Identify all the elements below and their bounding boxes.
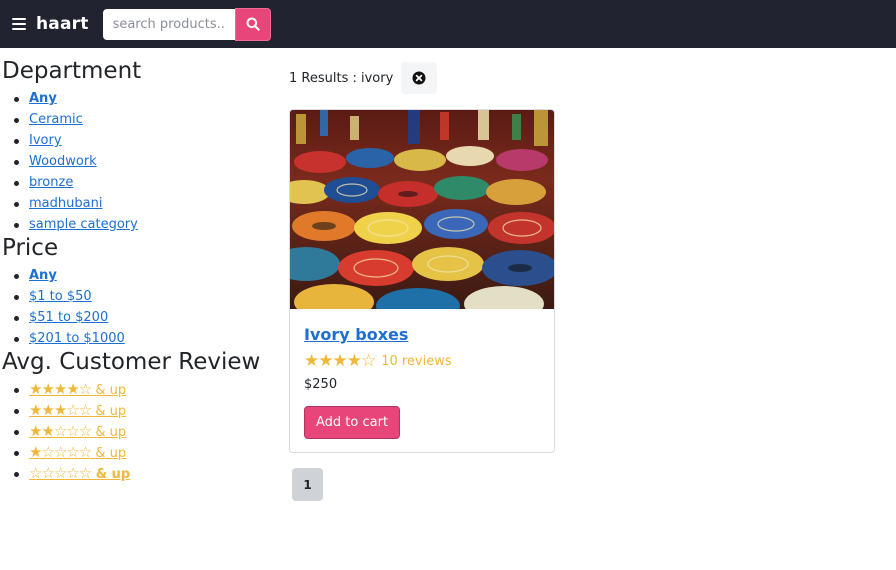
review-item-2: ★★☆☆☆ & up: [14, 421, 272, 442]
review-link-3-up[interactable]: ★★★☆☆ & up: [29, 401, 127, 419]
product-card-body: Ivory boxes ★★★★☆ 10 reviews $250 Add to…: [290, 325, 554, 439]
department-item-woodwork: Woodwork: [14, 151, 272, 172]
review-link-label: & up: [91, 446, 127, 461]
hamburger-menu-icon[interactable]: [12, 18, 26, 30]
department-link-sample-category[interactable]: sample category: [29, 217, 138, 232]
price-link-any[interactable]: Any: [29, 268, 57, 283]
review-item-0: ☆☆☆☆☆ & up: [14, 463, 272, 484]
review-link-0-up[interactable]: ☆☆☆☆☆ & up: [29, 464, 131, 482]
star-rating-icon: ★★★★☆: [29, 380, 92, 398]
pagination-page-1[interactable]: 1: [292, 468, 323, 501]
star-rating-icon: ★★★★☆: [304, 351, 376, 371]
price-item-1-50: $1 to $50: [14, 286, 272, 307]
results-count-text: 1 Results : ivory: [289, 70, 394, 86]
star-rating-icon: ★★★☆☆: [29, 401, 92, 419]
department-item-any: Any: [14, 88, 272, 109]
star-rating-icon: ★★☆☆☆: [29, 422, 92, 440]
review-link-label: & up: [91, 467, 131, 482]
department-link-bronze[interactable]: bronze: [29, 175, 73, 190]
price-link-1-50[interactable]: $1 to $50: [29, 289, 92, 304]
review-count: 10 reviews: [381, 353, 452, 369]
search-button[interactable]: [234, 7, 271, 41]
review-item-1: ★☆☆☆☆ & up: [14, 442, 272, 463]
top-navbar: haart: [0, 0, 896, 48]
product-card: Ivory boxes ★★★★☆ 10 reviews $250 Add to…: [289, 109, 555, 453]
department-item-sample-category: sample category: [14, 214, 272, 235]
results-summary: 1 Results : ivory: [289, 62, 438, 94]
price-link-201-1000[interactable]: $201 to $1000: [29, 331, 125, 346]
department-link-ceramic[interactable]: Ceramic: [29, 112, 83, 127]
department-link-woodwork[interactable]: Woodwork: [29, 154, 97, 169]
product-image[interactable]: [290, 110, 554, 309]
department-item-madhubani: madhubani: [14, 193, 272, 214]
price-list: Any $1 to $50 $51 to $200 $201 to $1000: [2, 265, 272, 349]
add-to-cart-button[interactable]: Add to cart: [304, 406, 401, 439]
department-item-ivory: Ivory: [14, 130, 272, 151]
review-heading: Avg. Customer Review: [2, 349, 261, 375]
product-title-link[interactable]: Ivory boxes: [304, 325, 540, 344]
review-link-2-up[interactable]: ★★☆☆☆ & up: [29, 422, 127, 440]
price-heading: Price: [2, 235, 59, 261]
review-link-label: & up: [91, 404, 127, 419]
search-input[interactable]: [102, 8, 235, 40]
search-form: [102, 7, 271, 41]
review-item-3: ★★★☆☆ & up: [14, 400, 272, 421]
star-rating-icon: ☆☆☆☆☆: [29, 464, 92, 482]
department-item-bronze: bronze: [14, 172, 272, 193]
close-circle-icon: [412, 71, 426, 85]
department-link-ivory[interactable]: Ivory: [29, 133, 62, 148]
department-list: Any Ceramic Ivory Woodwork bronze madhub…: [2, 88, 272, 235]
filter-sidebar: Department Any Ceramic Ivory Woodwork br…: [2, 58, 272, 484]
price-link-51-200[interactable]: $51 to $200: [29, 310, 108, 325]
product-rating: ★★★★☆ 10 reviews: [304, 351, 540, 371]
price-item-201-1000: $201 to $1000: [14, 328, 272, 349]
review-link-4-up[interactable]: ★★★★☆ & up: [29, 380, 127, 398]
review-link-label: & up: [91, 425, 127, 440]
review-link-1-up[interactable]: ★☆☆☆☆ & up: [29, 443, 127, 461]
review-item-4: ★★★★☆ & up: [14, 379, 272, 400]
department-link-any[interactable]: Any: [29, 91, 57, 106]
star-rating-icon: ★☆☆☆☆: [29, 443, 92, 461]
department-link-madhubani[interactable]: madhubani: [29, 196, 102, 211]
department-item-ceramic: Ceramic: [14, 109, 272, 130]
search-icon: [246, 17, 260, 31]
price-item-51-200: $51 to $200: [14, 307, 272, 328]
product-price: $250: [304, 377, 338, 392]
brand-logo[interactable]: haart: [36, 14, 89, 34]
review-list: ★★★★☆ & up ★★★☆☆ & up ★★☆☆☆ & up ★☆☆☆☆ &…: [2, 379, 272, 484]
review-link-label: & up: [91, 383, 127, 398]
clear-filter-button[interactable]: [401, 62, 438, 94]
department-heading: Department: [2, 58, 142, 84]
price-item-any: Any: [14, 265, 272, 286]
